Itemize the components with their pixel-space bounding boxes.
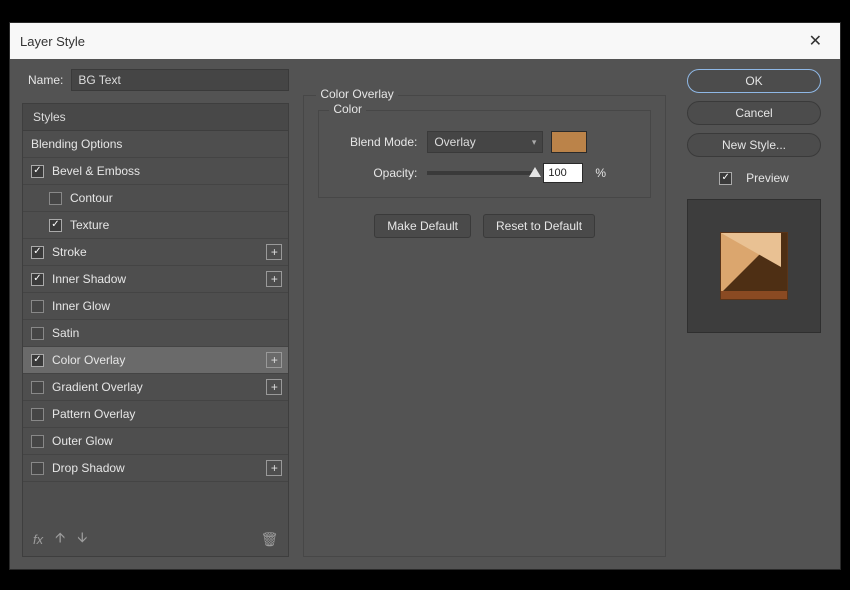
style-contour[interactable]: Contour <box>23 185 288 212</box>
style-label: Gradient Overlay <box>52 380 143 394</box>
style-label: Drop Shadow <box>52 461 125 475</box>
dialog-title: Layer Style <box>20 34 85 49</box>
settings-panel-col: Color Overlay Color Blend Mode: Overlay … <box>303 69 666 557</box>
styles-header[interactable]: Styles <box>23 104 288 131</box>
opacity-row: Opacity: % <box>331 163 638 183</box>
add-icon[interactable]: + <box>266 244 282 260</box>
style-satin[interactable]: Satin <box>23 320 288 347</box>
preview-image <box>720 232 788 300</box>
opacity-input[interactable] <box>543 163 583 183</box>
style-texture[interactable]: Texture <box>23 212 288 239</box>
checkbox-icon[interactable] <box>31 246 44 259</box>
styles-bottom-toolbar: fx 🡩 🡫 🗑 <box>23 522 288 556</box>
make-default-button[interactable]: Make Default <box>374 214 471 238</box>
blend-mode-select[interactable]: Overlay ▾ <box>427 131 543 153</box>
name-row: Name: <box>28 69 289 91</box>
opacity-slider[interactable] <box>427 171 535 175</box>
styles-list: Styles Blending Options Bevel & Emboss C… <box>22 103 289 557</box>
blend-mode-value: Overlay <box>434 135 475 149</box>
close-icon[interactable]: ✕ <box>801 27 830 55</box>
style-label: Inner Glow <box>52 299 110 313</box>
default-buttons-row: Make Default Reset to Default <box>318 214 651 238</box>
move-up-icon[interactable]: 🡩 <box>55 527 65 551</box>
style-label: Blending Options <box>31 137 122 151</box>
preview-toggle[interactable]: Preview <box>719 171 789 185</box>
checkbox-icon[interactable] <box>31 165 44 178</box>
fx-menu-icon[interactable]: fx <box>33 532 43 547</box>
style-bevel-emboss[interactable]: Bevel & Emboss <box>23 158 288 185</box>
style-label: Texture <box>70 218 109 232</box>
preview-label: Preview <box>746 171 789 185</box>
layer-style-dialog: Layer Style ✕ Name: Styles Blending Opti… <box>9 22 841 570</box>
style-label: Outer Glow <box>52 434 113 448</box>
style-label: Stroke <box>52 245 87 259</box>
checkbox-icon[interactable] <box>31 381 44 394</box>
trash-icon[interactable]: 🗑 <box>261 531 279 548</box>
style-label: Pattern Overlay <box>52 407 135 421</box>
dialog-body: Name: Styles Blending Options Bevel & Em… <box>10 59 840 569</box>
reset-default-button[interactable]: Reset to Default <box>483 214 595 238</box>
style-gradient-overlay[interactable]: Gradient Overlay + <box>23 374 288 401</box>
color-overlay-panel: Color Overlay Color Blend Mode: Overlay … <box>303 95 666 557</box>
checkbox-icon[interactable] <box>31 462 44 475</box>
titlebar: Layer Style ✕ <box>10 23 840 59</box>
add-icon[interactable]: + <box>266 379 282 395</box>
fieldset-title: Color <box>329 102 366 116</box>
checkbox-icon[interactable] <box>31 435 44 448</box>
preview-thumbnail <box>687 199 821 333</box>
style-blending-options[interactable]: Blending Options <box>23 131 288 158</box>
panel-title: Color Overlay <box>316 87 397 101</box>
opacity-control: % <box>427 163 606 183</box>
checkbox-icon[interactable] <box>31 300 44 313</box>
style-inner-glow[interactable]: Inner Glow <box>23 293 288 320</box>
style-label: Contour <box>70 191 113 205</box>
right-column: OK Cancel New Style... Preview <box>680 69 828 557</box>
checkbox-icon[interactable] <box>31 273 44 286</box>
style-label: Color Overlay <box>52 353 125 367</box>
style-inner-shadow[interactable]: Inner Shadow + <box>23 266 288 293</box>
style-label: Inner Shadow <box>52 272 126 286</box>
checkbox-icon[interactable] <box>31 408 44 421</box>
checkbox-icon[interactable] <box>49 192 62 205</box>
add-icon[interactable]: + <box>266 271 282 287</box>
style-color-overlay[interactable]: Color Overlay + <box>23 347 288 374</box>
new-style-button[interactable]: New Style... <box>687 133 821 157</box>
style-pattern-overlay[interactable]: Pattern Overlay <box>23 401 288 428</box>
style-label: Bevel & Emboss <box>52 164 140 178</box>
percent-label: % <box>595 166 606 180</box>
checkbox-icon[interactable] <box>31 354 44 367</box>
style-drop-shadow[interactable]: Drop Shadow + <box>23 455 288 482</box>
slider-thumb-icon[interactable] <box>529 167 541 177</box>
add-icon[interactable]: + <box>266 352 282 368</box>
blend-mode-label: Blend Mode: <box>331 135 417 149</box>
add-icon[interactable]: + <box>266 460 282 476</box>
name-label: Name: <box>28 73 63 87</box>
checkbox-icon[interactable] <box>31 327 44 340</box>
chevron-down-icon: ▾ <box>532 137 537 148</box>
move-down-icon[interactable]: 🡫 <box>77 527 87 551</box>
name-input[interactable] <box>71 69 289 91</box>
ok-button[interactable]: OK <box>687 69 821 93</box>
checkbox-icon[interactable] <box>49 219 62 232</box>
cancel-button[interactable]: Cancel <box>687 101 821 125</box>
checkbox-icon[interactable] <box>719 172 732 185</box>
blend-mode-row: Blend Mode: Overlay ▾ <box>331 131 638 153</box>
style-stroke[interactable]: Stroke + <box>23 239 288 266</box>
color-fieldset: Color Blend Mode: Overlay ▾ Opacity: <box>318 110 651 198</box>
opacity-label: Opacity: <box>331 166 417 180</box>
style-label: Satin <box>52 326 79 340</box>
style-outer-glow[interactable]: Outer Glow <box>23 428 288 455</box>
color-swatch[interactable] <box>551 131 587 153</box>
